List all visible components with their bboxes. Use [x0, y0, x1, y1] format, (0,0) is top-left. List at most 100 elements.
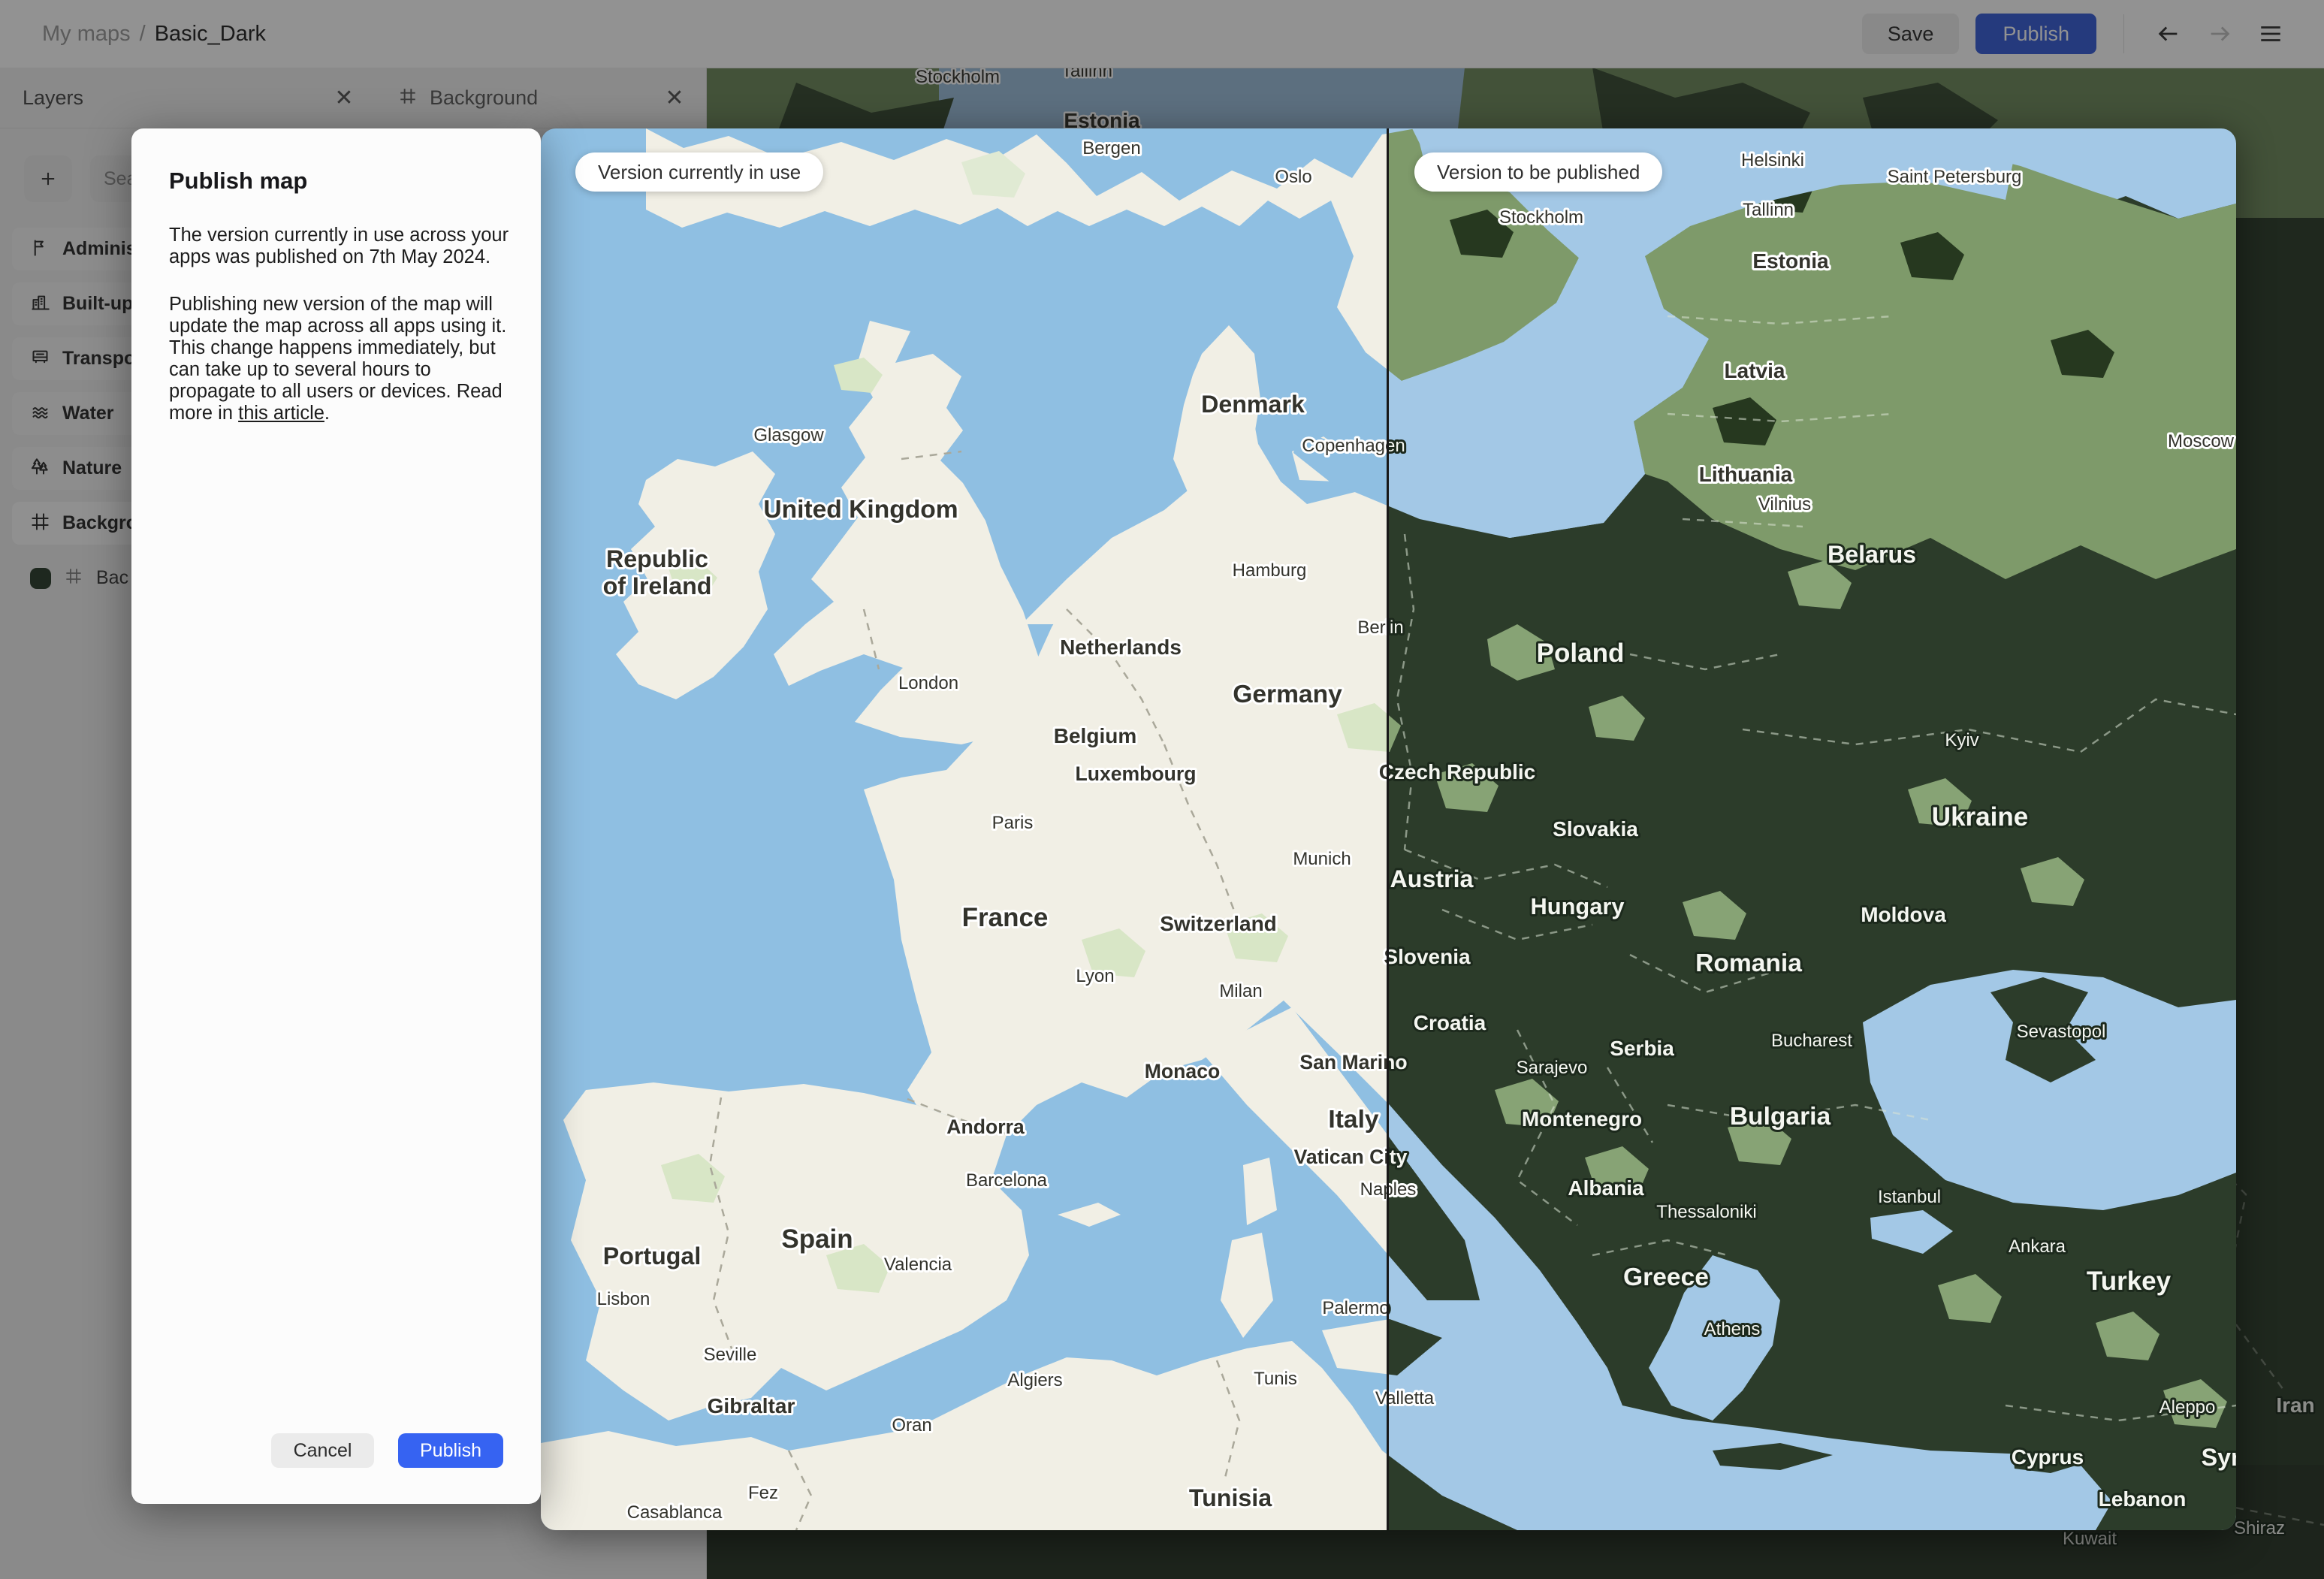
map-label: Palermo	[1322, 1298, 1388, 1318]
map-label: Portugal	[603, 1242, 702, 1270]
map-label: United Kingdom	[763, 496, 958, 524]
map-label: Czech Republic	[1388, 760, 1535, 783]
map-label: Lithuania	[1699, 463, 1793, 486]
map-label: Republic	[606, 545, 708, 572]
modal-paragraph-2-text: Publishing new version of the map will u…	[169, 294, 507, 424]
map-label: Glasgow	[753, 425, 824, 445]
map-version-current[interactable]: Bergen Oslo Glasgow Republic of Ireland Unite…	[541, 128, 1388, 1530]
map-label: Bulgaria	[1730, 1103, 1831, 1131]
map-label: Naples	[1388, 1179, 1416, 1200]
map-label: Cyprus	[2012, 1445, 2084, 1469]
map-label: Spain	[781, 1224, 853, 1254]
modal-footer: Cancel Publish	[271, 1433, 503, 1468]
modal-title: Publish map	[169, 168, 308, 194]
map-label: Vatican City	[1388, 1146, 1408, 1168]
map-label: Tunis	[1254, 1369, 1297, 1389]
map-label: Istanbul	[1878, 1187, 1941, 1207]
map-label: Bucharest	[1771, 1031, 1852, 1051]
map-label: Kyiv	[1945, 730, 1978, 750]
map-label: Hamburg	[1233, 560, 1307, 581]
map-label: Latvia	[1725, 359, 1785, 382]
map-label: Fez	[748, 1483, 778, 1503]
publish-confirm-button[interactable]: Publish	[398, 1433, 503, 1468]
map-label: Lisbon	[597, 1289, 650, 1309]
map-label: Saint Petersburg	[1888, 167, 2022, 187]
modal-paragraph-1: The version currently in use across your…	[169, 225, 509, 267]
map-label: Switzerland	[1160, 912, 1277, 935]
modal-paragraph-2: Publishing new version of the map will u…	[169, 294, 516, 424]
map-label: Luxembourg	[1075, 762, 1196, 785]
map-label: Hungary	[1531, 893, 1625, 919]
map-label: Poland	[1537, 639, 1625, 668]
map-label: Syria	[2202, 1444, 2236, 1471]
map-label: London	[898, 673, 958, 693]
map-label: Moldova	[1861, 903, 1946, 926]
map-label: Albania	[1568, 1176, 1644, 1200]
map-label: Estonia	[1752, 249, 1829, 273]
map-label: Germany	[1233, 681, 1342, 708]
map-label: Bergen	[1082, 138, 1140, 159]
map-editor-app: Stockholm Tallinn Estonia Kuwait Iran Shiraz …	[0, 0, 2324, 1579]
map-label: Naples	[1360, 1179, 1388, 1200]
map-label: Turkey	[2087, 1267, 2172, 1296]
map-label: Monaco	[1145, 1060, 1220, 1082]
map-label: Athens	[1704, 1319, 1761, 1339]
map-label: Belarus	[1828, 541, 1916, 568]
map-version-new[interactable]: BergenOsloGlasgowRepublicof IrelandUnite…	[1388, 128, 2236, 1530]
map-label: Romania	[1695, 950, 1802, 977]
current-version-badge: Version currently in use	[575, 152, 824, 192]
map-label: Barcelona	[966, 1170, 1048, 1191]
map-label: Italy	[1328, 1106, 1379, 1134]
map-label: Slovakia	[1553, 817, 1638, 841]
map-label: Croatia	[1414, 1011, 1486, 1034]
new-version-badge: Version to be published	[1414, 152, 1663, 192]
map-label: Vatican City	[1294, 1146, 1388, 1168]
map-label: Oran	[892, 1415, 931, 1436]
map-label: Thessaloniki	[1656, 1202, 1756, 1222]
map-label: Oslo	[1275, 167, 1311, 187]
map-label: Slovenia	[1388, 945, 1471, 968]
map-label: Berlin	[1357, 617, 1388, 638]
map-label: Munich	[1293, 849, 1351, 869]
map-label: Berlin	[1388, 617, 1404, 638]
map-label: Netherlands	[1060, 636, 1182, 659]
map-label: Tallinn	[1743, 200, 1794, 220]
map-label: San Marino	[1388, 1051, 1408, 1073]
map-label: Montenegro	[1522, 1107, 1642, 1131]
this-article-link[interactable]: this article	[238, 403, 324, 424]
map-label: Copenhagen	[1302, 436, 1388, 456]
map-label: Casablanca	[627, 1502, 723, 1523]
map-label: Vilnius	[1758, 494, 1811, 515]
map-label: San Marino	[1299, 1051, 1388, 1073]
map-label: Lyon	[1076, 966, 1114, 986]
map-label: Copenhagen	[1388, 436, 1405, 456]
publish-modal: Publish map The version currently in use…	[131, 128, 541, 1504]
map-label: of Ireland	[603, 572, 712, 599]
map-label: Serbia	[1610, 1037, 1674, 1060]
map-label: Valletta	[1388, 1388, 1435, 1408]
map-label: Tunisia	[1189, 1484, 1272, 1511]
map-label: Algiers	[1007, 1370, 1062, 1390]
cancel-button[interactable]: Cancel	[271, 1433, 374, 1468]
map-label: Helsinki	[1741, 150, 1804, 171]
map-label: Aleppo	[2160, 1397, 2216, 1417]
map-label: Sarajevo	[1517, 1058, 1588, 1078]
modal-paragraph-2-end: .	[324, 403, 330, 424]
map-label: Belgium	[1054, 724, 1136, 747]
map-label: Milan	[1219, 981, 1262, 1001]
map-label: Moscow	[2168, 431, 2235, 451]
compare-divider[interactable]	[1387, 128, 1389, 1530]
map-label: Stockholm	[1499, 207, 1583, 228]
version-compare-window[interactable]: Bergen Oslo Glasgow Republic of Ireland Unite…	[541, 128, 2236, 1530]
map-label: Austria	[1390, 865, 1474, 892]
map-label: Greece	[1623, 1264, 1709, 1291]
map-label: Sevastopol	[2017, 1022, 2106, 1042]
map-label: Lebanon	[2099, 1487, 2187, 1511]
map-label: France	[962, 903, 1049, 932]
map-label: Valencia	[884, 1254, 952, 1275]
map-label: Ukraine	[1932, 802, 2028, 832]
map-label: Ankara	[2009, 1236, 2066, 1257]
map-label: Paris	[992, 813, 1034, 833]
map-label: Andorra	[946, 1116, 1025, 1138]
map-label: Denmark	[1201, 391, 1305, 418]
